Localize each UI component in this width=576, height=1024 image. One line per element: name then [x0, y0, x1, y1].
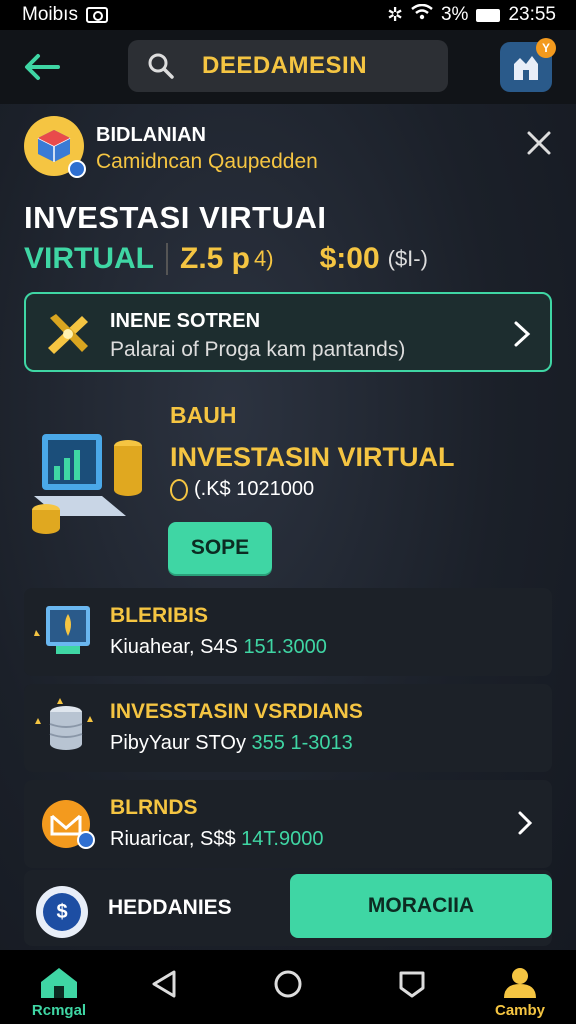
laptop-coins-icon [32, 434, 142, 534]
crossed-tools-icon [48, 314, 88, 354]
triangle-back-icon[interactable] [148, 968, 180, 1000]
list-item[interactable]: INVESSTASIN VSRDIANS PibyYaur STOy 355 1… [24, 684, 552, 772]
list-item[interactable]: BLRNDS Riuaricar, S$$ 14T.9000 [24, 780, 552, 868]
list-item-value: 355 1-3013 [251, 732, 353, 754]
page-title: INVESTASI VIRTUAI [24, 200, 327, 235]
battery-percent: 3% [440, 4, 469, 25]
top-bar: DEEDAMESIN Y [0, 30, 576, 104]
chevron-right-icon [514, 321, 531, 347]
nav-home[interactable]: Rcmgal [24, 966, 94, 1022]
square-recents-icon[interactable] [396, 968, 428, 1000]
clock: 23:55 [508, 4, 556, 25]
rate-unit: 4) [254, 246, 274, 271]
chevron-right-icon [518, 811, 533, 835]
promo-title: INENE SOTREN [110, 310, 261, 332]
feature-value: (.K$ 1021000 [194, 478, 315, 500]
profile-name: BIDLANIAN [96, 124, 206, 146]
close-icon[interactable] [524, 128, 554, 158]
carrier-label: Moibıs [22, 4, 78, 25]
cube-icon [37, 130, 71, 162]
avatar[interactable] [24, 116, 86, 178]
promo-subtitle: Palarai of Proga kam pantands) [110, 338, 406, 361]
mail-icon [42, 800, 95, 849]
list-item-value: 151.3000 [243, 636, 327, 658]
feature-label: BAUH [170, 402, 237, 428]
back-arrow-icon[interactable] [22, 47, 62, 87]
primary-action-button[interactable]: MORACIIA [290, 874, 552, 938]
profile-header: BIDLANIAN Camidncan Qaupedden INVESTASI … [0, 104, 576, 284]
list-item-title: INVESSTASIN VSRDIANS [110, 700, 363, 723]
rate-value: Z.5 p [180, 242, 251, 275]
navigation-bar: Rcmgal Camby [0, 950, 576, 1024]
feature-section: BAUH INVESTASIN VIRTUAL (.K$ 1021000 SOP… [0, 390, 576, 586]
search-text: DEEDAMESIN [202, 52, 368, 79]
verified-badge [68, 160, 86, 178]
search-icon [148, 53, 174, 79]
monitor-award-icon [34, 606, 90, 654]
nav-home-label: Rcmgal [31, 1002, 87, 1019]
camera-icon [85, 7, 108, 23]
battery-icon [476, 8, 501, 22]
feature-action-button[interactable]: SOPE [168, 522, 272, 574]
virtual-label: VIRTUAL [24, 242, 154, 275]
feature-value-row: (.K$ 1021000 [170, 478, 314, 501]
status-bar: Moibıs ✲ 3% 23:55 [0, 0, 576, 30]
dollar-shield-icon: $ [36, 886, 88, 938]
nav-profile-label: Camby [494, 1002, 546, 1019]
nav-profile[interactable]: Camby [492, 966, 548, 1022]
profile-subtitle: Camidncan Qaupedden [96, 150, 318, 173]
wifi-icon [411, 3, 433, 26]
promo-banner[interactable]: INENE SOTREN Palarai of Proga kam pantan… [24, 292, 552, 372]
gear-icon: ✲ [387, 4, 403, 26]
list-item-subtitle: PibyYaur STOy 355 1-3013 [110, 732, 353, 754]
list-item-title: BLERIBIS [110, 604, 209, 627]
bottom-label: HEDDANIES [108, 896, 232, 919]
bottom-action-row: $ HEDDANIES MORACIIA [24, 870, 552, 946]
money-value: $:00 [319, 242, 380, 275]
app-shortcut-button[interactable]: Y [500, 38, 556, 92]
person-icon [504, 968, 536, 998]
list-item-title: BLRNDS [110, 796, 198, 819]
list-item-subtitle: Kiuahear, S4S 151.3000 [110, 636, 327, 658]
stats-row: VIRTUAL Z.5 p 4) $:00 ($I-) [24, 242, 428, 276]
home-icon [41, 968, 77, 998]
database-stars-icon [35, 698, 93, 750]
list-item-subtitle: Riuaricar, S$$ 14T.9000 [110, 828, 324, 850]
divider [166, 243, 168, 275]
search-input[interactable]: DEEDAMESIN [128, 40, 448, 92]
notification-badge: Y [536, 38, 556, 58]
list-item-value: 14T.9000 [241, 828, 324, 850]
currency-label: ($I-) [387, 246, 428, 271]
circle-home-icon[interactable] [272, 968, 304, 1000]
list-item[interactable]: BLERIBIS Kiuahear, S4S 151.3000 [24, 588, 552, 676]
feature-title: INVESTASIN VIRTUAL [170, 442, 455, 472]
castle-icon [514, 56, 538, 80]
coin-icon [170, 478, 188, 501]
